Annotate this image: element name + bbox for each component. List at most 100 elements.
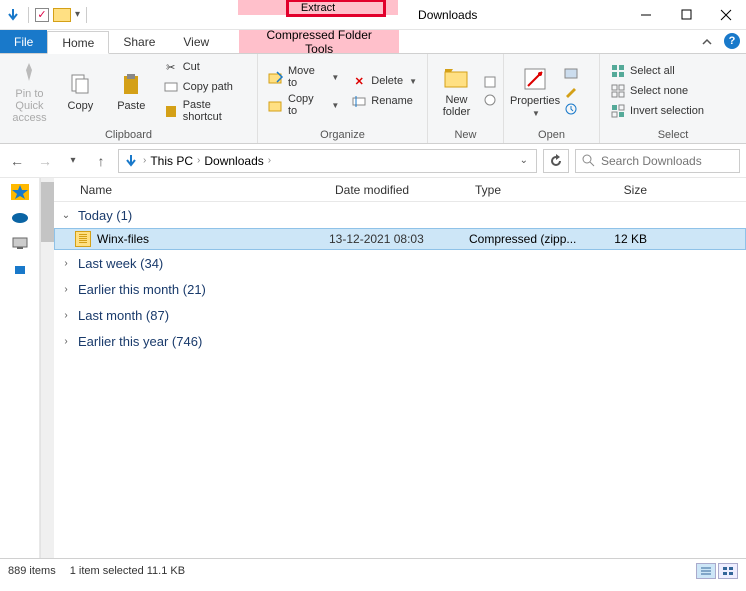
help-icon[interactable]: ? xyxy=(724,33,740,49)
label: Properties xyxy=(510,95,560,107)
nav-scrollbar[interactable] xyxy=(40,178,54,558)
details-view-button[interactable] xyxy=(696,563,716,579)
large-icons-view-button[interactable] xyxy=(718,563,738,579)
quick-access-toolbar: ✓ ▾ xyxy=(0,0,93,29)
ribbon-group-select: Select all Select none Invert selection … xyxy=(600,54,746,143)
down-arrow-icon[interactable] xyxy=(4,6,22,24)
close-button[interactable] xyxy=(706,0,746,29)
ribbon-tabs: File Home Share View Compressed Folder T… xyxy=(0,30,746,54)
copy-path-button[interactable]: Copy path xyxy=(159,78,251,96)
separator xyxy=(28,7,29,23)
address-dropdown-icon[interactable]: ⌄ xyxy=(516,155,532,166)
up-button[interactable]: ↑ xyxy=(90,150,112,172)
select-all-icon xyxy=(610,63,626,79)
search-box[interactable] xyxy=(575,149,740,173)
tab-compressed-tools[interactable]: Compressed Folder Tools xyxy=(239,30,399,53)
breadcrumb-downloads[interactable]: Downloads xyxy=(204,154,263,168)
delete-icon: ✕ xyxy=(351,73,367,89)
file-row[interactable]: Winx-files 13-12-2021 08:03 Compressed (… xyxy=(54,228,746,250)
group-label: Select xyxy=(600,128,746,143)
properties-icon xyxy=(521,65,549,93)
paste-shortcut-button[interactable]: Paste shortcut xyxy=(159,98,251,124)
paste-button[interactable]: Paste xyxy=(108,70,155,112)
minimize-button[interactable] xyxy=(626,0,666,29)
column-type[interactable]: Type xyxy=(467,183,585,197)
this-pc-icon[interactable] xyxy=(11,236,29,252)
properties-button[interactable]: Properties ▼ xyxy=(510,65,560,118)
forward-button[interactable]: → xyxy=(34,150,56,172)
history-icon[interactable] xyxy=(564,102,578,116)
tab-home[interactable]: Home xyxy=(47,31,109,54)
easy-access-icon[interactable] xyxy=(483,93,497,107)
copy-to-button[interactable]: Copy to▼ xyxy=(264,92,343,118)
group-label: Open xyxy=(504,128,599,143)
collapse-ribbon-icon[interactable] xyxy=(694,30,720,53)
column-name[interactable]: Name xyxy=(72,183,327,197)
network-icon[interactable] xyxy=(11,262,29,278)
group-label: Earlier this year (746) xyxy=(78,334,202,349)
column-headers: Name Date modified Type Size xyxy=(54,178,746,202)
zip-file-icon xyxy=(75,231,91,247)
chevron-down-icon: ▼ xyxy=(409,77,417,86)
properties-checkbox-icon[interactable]: ✓ xyxy=(35,8,49,22)
tab-share[interactable]: Share xyxy=(109,30,169,53)
copy-icon xyxy=(66,70,94,98)
folder-icon[interactable] xyxy=(53,8,71,22)
breadcrumb-this-pc[interactable]: This PC xyxy=(150,154,193,168)
invert-selection-button[interactable]: Invert selection xyxy=(606,102,708,120)
select-all-button[interactable]: Select all xyxy=(606,62,708,80)
select-none-button[interactable]: Select none xyxy=(606,82,708,100)
move-to-button[interactable]: Move to▼ xyxy=(264,64,343,90)
group-last-month[interactable]: › Last month (87) xyxy=(54,302,746,328)
status-item-count: 889 items xyxy=(8,565,56,577)
navigation-row: ← → ▾ ↑ › This PC › Downloads › ⌄ xyxy=(0,144,746,178)
column-date[interactable]: Date modified xyxy=(327,183,467,197)
chevron-right-icon[interactable]: › xyxy=(268,155,271,166)
refresh-button[interactable] xyxy=(543,149,569,173)
scrollbar-thumb[interactable] xyxy=(41,182,54,242)
onedrive-icon[interactable] xyxy=(11,210,29,226)
group-label: New xyxy=(428,128,503,143)
context-tab-header: Extract xyxy=(238,0,398,29)
tab-file[interactable]: File xyxy=(0,30,47,53)
rename-button[interactable]: Rename xyxy=(347,92,421,110)
group-today[interactable]: ⌄ Today (1) xyxy=(54,202,746,228)
status-selected: 1 item selected 11.1 KB xyxy=(70,565,185,577)
label: Paste xyxy=(117,100,145,112)
label: Invert selection xyxy=(630,105,704,117)
chevron-right-icon[interactable]: › xyxy=(143,155,146,166)
search-input[interactable] xyxy=(601,154,746,168)
address-bar[interactable]: › This PC › Downloads › ⌄ xyxy=(118,149,537,173)
new-item-icon[interactable] xyxy=(483,75,497,89)
edit-icon[interactable] xyxy=(564,84,578,98)
label: Cut xyxy=(183,61,200,73)
scissors-icon: ✂ xyxy=(163,59,179,75)
tab-view[interactable]: View xyxy=(169,30,223,53)
group-earlier-this-month[interactable]: › Earlier this month (21) xyxy=(54,276,746,302)
open-icon[interactable] xyxy=(564,66,578,80)
copy-button[interactable]: Copy xyxy=(57,70,104,112)
context-tab-extract[interactable]: Extract xyxy=(238,0,398,15)
delete-button[interactable]: ✕ Delete▼ xyxy=(347,72,421,90)
file-list: Name Date modified Type Size ⌄ Today (1)… xyxy=(54,178,746,558)
group-last-week[interactable]: › Last week (34) xyxy=(54,250,746,276)
group-label: Last month (87) xyxy=(78,308,169,323)
qat-dropdown-icon[interactable]: ▾ xyxy=(75,9,80,20)
navigation-pane[interactable] xyxy=(0,178,40,558)
chevron-right-icon[interactable]: › xyxy=(197,155,200,166)
back-button[interactable]: ← xyxy=(6,150,28,172)
cut-button[interactable]: ✂ Cut xyxy=(159,58,251,76)
pin-icon xyxy=(15,58,43,86)
new-folder-button[interactable]: New folder xyxy=(434,64,479,118)
column-size[interactable]: Size xyxy=(585,183,655,197)
chevron-down-icon: ⌄ xyxy=(60,210,72,221)
recent-locations-button[interactable]: ▾ xyxy=(62,150,84,172)
group-earlier-this-year[interactable]: › Earlier this year (746) xyxy=(54,328,746,354)
pin-to-quick-access-button[interactable]: Pin to Quick access xyxy=(6,58,53,124)
maximize-button[interactable] xyxy=(666,0,706,29)
group-label: Today (1) xyxy=(78,208,132,223)
down-arrow-icon xyxy=(123,153,139,169)
label: Copy path xyxy=(183,81,233,93)
ribbon-group-clipboard: Pin to Quick access Copy Paste ✂ Cut xyxy=(0,54,258,143)
quick-access-icon[interactable] xyxy=(11,184,29,200)
